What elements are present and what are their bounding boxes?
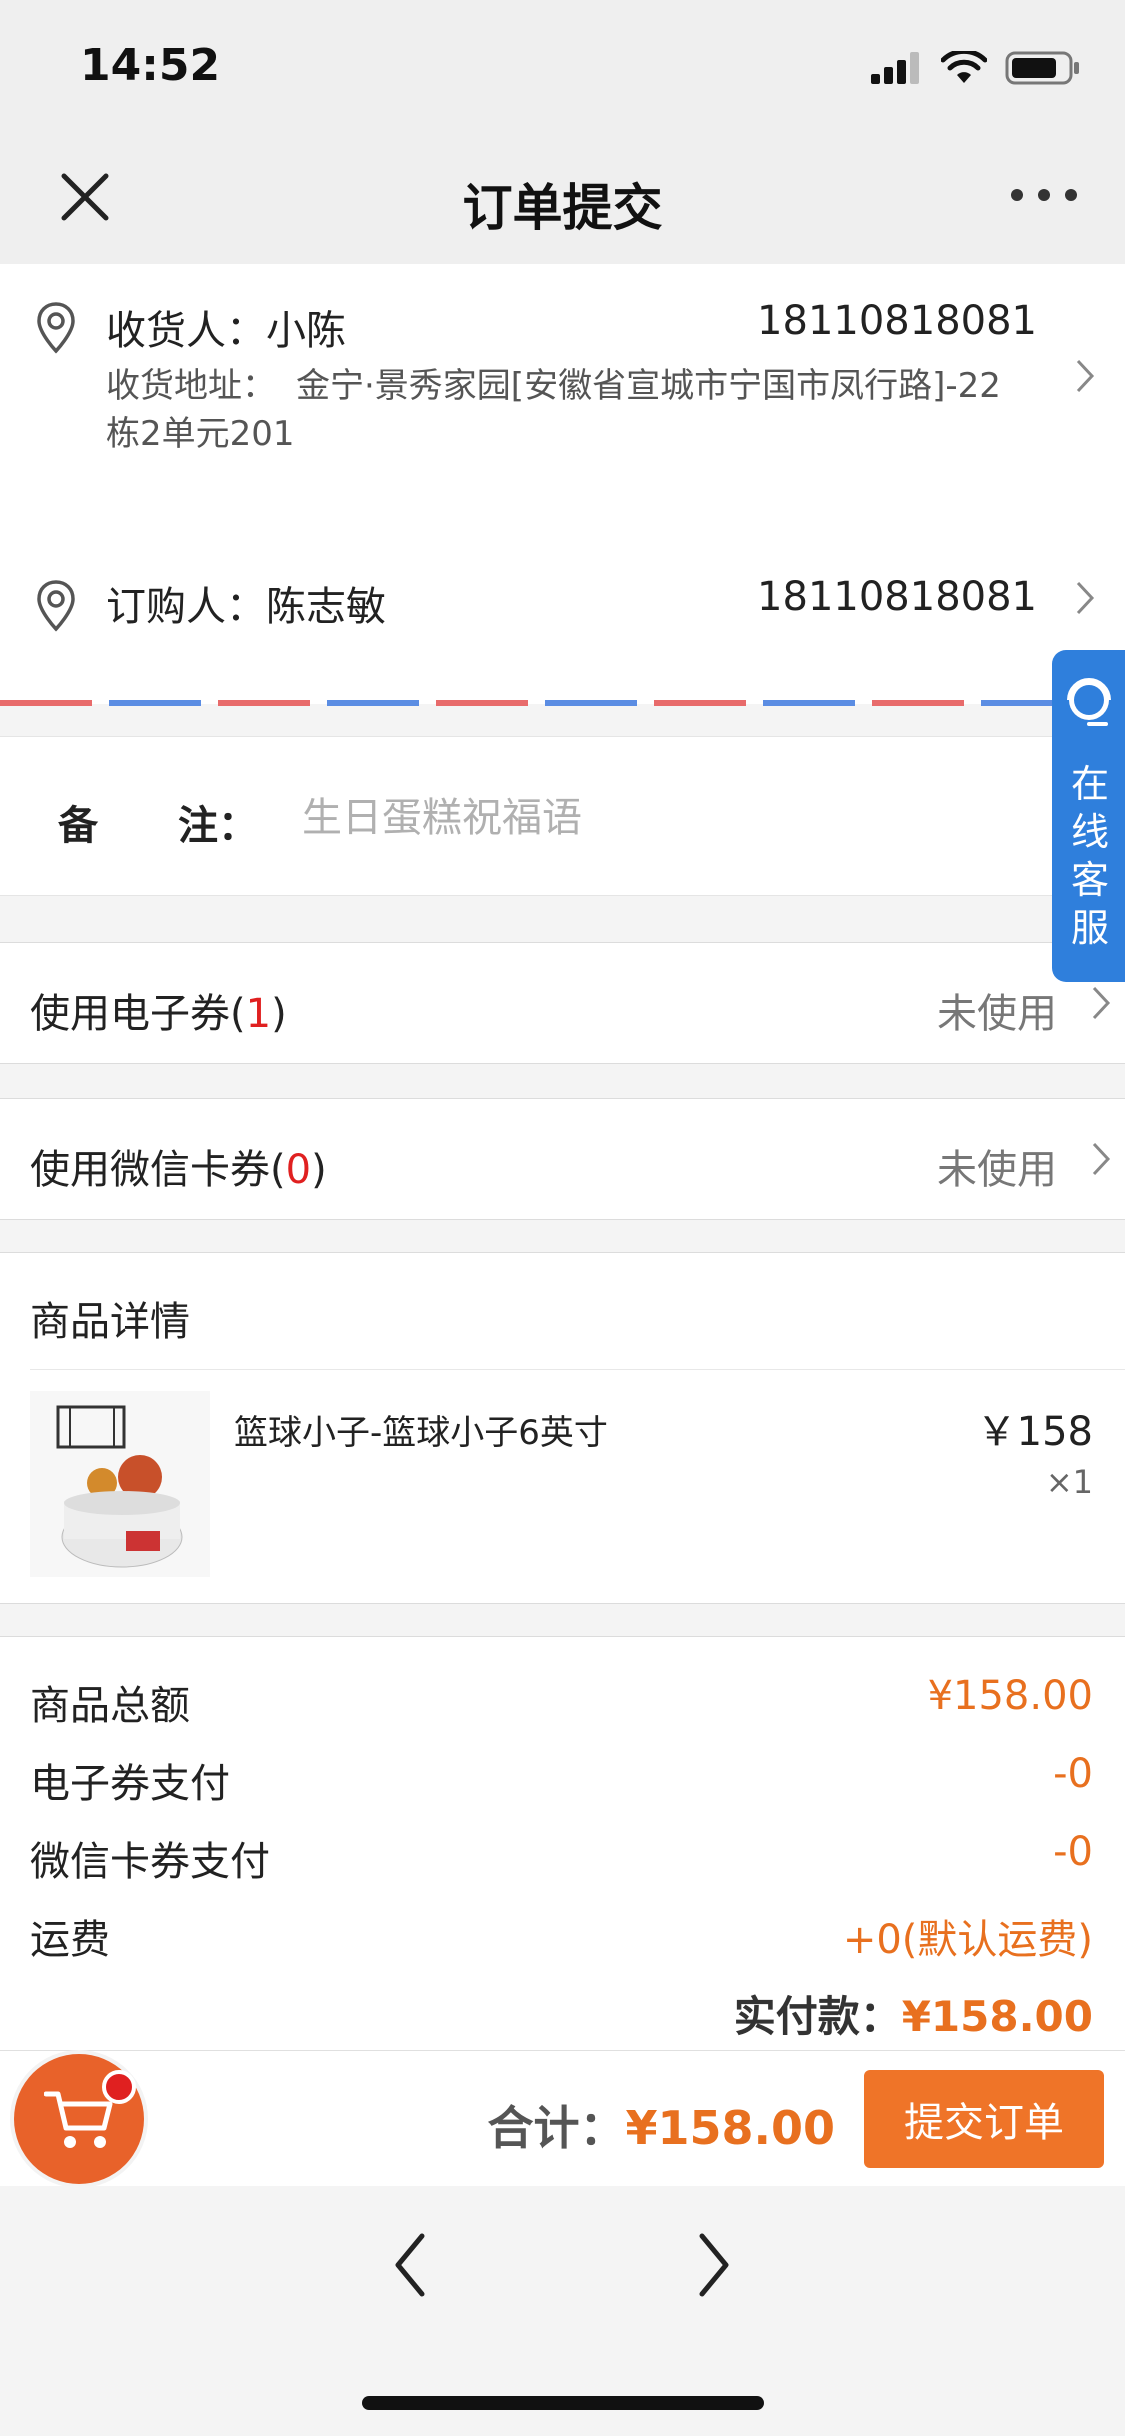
summary-section: 商品总额 ¥158.00 电子券支付 -0 微信卡券支付 -0 运费 +0(默认… [0, 1636, 1125, 2051]
wechat-card-count: 0 [285, 1147, 312, 1193]
navigation-bar: 订单提交 [0, 132, 1125, 265]
remark-label: 备 注： [58, 803, 258, 849]
orderer-row[interactable]: 订购人：陈志敏 18110818081 [0, 574, 1125, 664]
address-line2: 栋2单元201 [106, 414, 295, 454]
summary-value: -0 [1053, 1751, 1093, 1797]
receiver-phone: 18110818081 [757, 298, 1037, 344]
summary-label: 商品总额 [30, 1683, 190, 1729]
receiver-row[interactable]: 收货人：小陈 18110818081 收货地址： 金宁·景秀家园[安徽省宣城市宁… [0, 298, 1125, 498]
receiver-name: 收货人：小陈 [106, 308, 346, 354]
total-amount: 合计：¥158.00 [487, 2101, 835, 2155]
more-button[interactable] [1009, 180, 1079, 210]
address-card: 收货人：小陈 18110818081 收货地址： 金宁·景秀家园[安徽省宣城市宁… [0, 264, 1125, 704]
chevron-right-icon [1076, 581, 1095, 615]
page-title: 订单提交 [462, 179, 663, 237]
coupon-label: 使用电子券(1) [30, 991, 287, 1037]
summary-label: 电子券支付 [30, 1761, 230, 1807]
cart-badge [102, 2070, 136, 2104]
coupon-row[interactable]: 使用电子券(1) 未使用 [0, 942, 1125, 1064]
home-indicator [362, 2396, 764, 2410]
cart-button[interactable] [14, 2054, 144, 2184]
submit-order-button[interactable]: 提交订单 [864, 2070, 1104, 2168]
wifi-icon [941, 51, 987, 83]
goods-section: 商品详情 篮球小子-篮球小子6英寸 ￥158 ×1 [0, 1252, 1125, 1604]
address-label: 收货地址： [106, 366, 276, 406]
coupon-status: 未使用 [937, 991, 1057, 1037]
wechat-card-status: 未使用 [937, 1147, 1057, 1193]
orderer-phone: 18110818081 [757, 574, 1037, 620]
paid-amount: 实付款：¥158.00 [733, 1992, 1093, 2041]
status-time: 14:52 [80, 40, 221, 91]
location-pin-icon [37, 580, 75, 632]
divider [30, 1369, 1125, 1370]
headset-icon [1067, 678, 1111, 726]
product-thumbnail[interactable] [30, 1391, 210, 1577]
goods-price: ￥158 [976, 1409, 1093, 1455]
summary-value: +0(默认运费) [842, 1917, 1093, 1963]
chevron-right-icon [1092, 986, 1111, 1020]
status-icons [871, 50, 1081, 86]
summary-label: 微信卡券支付 [30, 1839, 270, 1885]
wechat-card-row[interactable]: 使用微信卡券(0) 未使用 [0, 1098, 1125, 1220]
chevron-right-icon [1076, 359, 1095, 393]
summary-value: ¥158.00 [927, 1673, 1093, 1719]
close-icon [61, 173, 109, 221]
online-service-label: 在线客服 [1070, 762, 1109, 950]
address-line1: 金宁·景秀家园[安徽省宣城市宁国市凤行路]-22 [296, 366, 1001, 406]
online-service-button[interactable]: 在线客服 [1052, 650, 1125, 982]
forward-arrow-icon[interactable] [694, 2230, 734, 2300]
more-icon [1011, 189, 1077, 201]
chevron-right-icon [1092, 1142, 1111, 1176]
back-arrow-icon[interactable] [390, 2230, 430, 2300]
location-pin-icon [37, 302, 75, 354]
close-button[interactable] [56, 168, 114, 226]
remark-row: 备 注： [0, 736, 1125, 896]
battery-icon [1005, 51, 1079, 85]
summary-label: 运费 [30, 1917, 110, 1963]
goods-quantity: ×1 [1045, 1463, 1093, 1501]
goods-name: 篮球小子-篮球小子6英寸 [234, 1413, 608, 1453]
airmail-divider [0, 700, 1125, 708]
orderer-name: 订购人：陈志敏 [106, 584, 386, 630]
goods-title: 商品详情 [30, 1299, 190, 1345]
remark-input[interactable] [300, 777, 1004, 859]
coupon-count: 1 [245, 991, 272, 1037]
signal-icon [871, 52, 919, 84]
wechat-card-label: 使用微信卡券(0) [30, 1147, 327, 1193]
summary-value: -0 [1053, 1829, 1093, 1875]
